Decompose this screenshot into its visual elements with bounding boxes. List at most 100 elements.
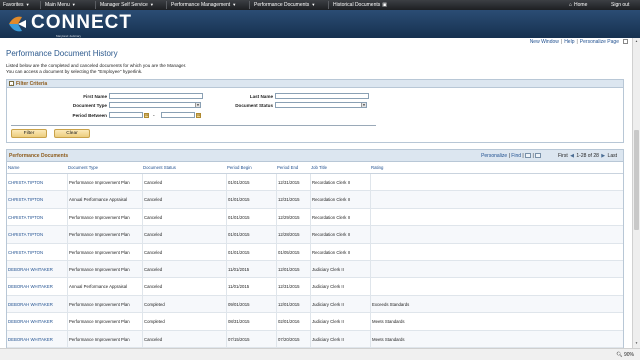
filter-divider <box>11 125 376 126</box>
first-link[interactable]: First <box>558 153 568 159</box>
personalize-link[interactable]: Personalize <box>481 153 507 159</box>
nav-divider <box>40 1 41 9</box>
grid-column-headers: Name Document Type Document Status Perio… <box>7 162 623 174</box>
personalize-page-link[interactable]: Personalize Page <box>580 39 619 45</box>
period-start-input[interactable] <box>109 112 143 118</box>
collapse-icon[interactable]: - <box>9 81 14 86</box>
job-title-cell: Recordation Clerk II <box>310 243 370 261</box>
vertical-scrollbar[interactable]: ▲ ▼ <box>632 38 640 348</box>
scroll-down-icon[interactable]: ▼ <box>634 341 639 347</box>
period-begin-cell: 01/01/2015 <box>226 208 276 226</box>
nav-historical-documents[interactable]: Historical Documents ▣ <box>333 2 387 8</box>
document-type-label: Document Type <box>72 103 107 108</box>
page-options-icon[interactable] <box>623 39 628 45</box>
period-end-cell: 12/28/2015 <box>276 226 310 244</box>
nav-main-menu[interactable]: Main Menu ▼ <box>45 2 76 8</box>
page-root: Favorites ▼ Main Menu ▼ Manager Self Servi… <box>0 0 640 360</box>
rating-cell <box>370 174 430 191</box>
employee-name-link[interactable]: CHRISTA TIPTON <box>7 174 67 191</box>
last-link[interactable]: Last <box>608 153 617 159</box>
help-link[interactable]: Help <box>564 39 574 45</box>
nav-divider <box>328 1 329 9</box>
first-name-label: First Name <box>83 94 107 99</box>
table-row: CHRISTA TIPTON Performance Improvement Pl… <box>7 174 623 192</box>
table-row: CHRISTA TIPTON Performance Improvement Pl… <box>7 243 623 261</box>
table-row: DEBORAH WHITAKER Performance Improvement … <box>7 330 623 348</box>
job-title-cell: Judiciary Clerk II <box>310 278 370 296</box>
col-job-title-header[interactable]: Job Title <box>311 165 327 170</box>
col-rating-header[interactable]: Rating <box>371 165 383 170</box>
nav-performance-management-label: Performance Management <box>171 2 231 8</box>
job-title-cell: Recordation Clerk II <box>310 174 370 191</box>
nav-home[interactable]: ⌂ Home <box>569 2 587 8</box>
period-begin-cell: 01/01/2015 <box>226 174 276 191</box>
nav-divider <box>249 1 250 9</box>
rating-cell: Meets Standards <box>370 330 430 348</box>
nav-performance-documents[interactable]: Performance Documents ▼ <box>254 2 315 8</box>
scrollbar-thumb[interactable] <box>634 130 639 230</box>
document-type-cell: Performance Improvement Plan <box>67 330 142 348</box>
document-type-select[interactable]: ▼ <box>109 102 201 108</box>
download-icon[interactable] <box>535 153 542 159</box>
col-document-type-header[interactable]: Document Type <box>68 165 98 170</box>
job-title-cell: Recordation Clerk II <box>310 191 370 209</box>
nav-performance-documents-label: Performance Documents <box>254 2 310 8</box>
view-all-icon[interactable] <box>525 153 532 159</box>
document-status-select[interactable]: ▼ <box>275 102 367 108</box>
filter-button[interactable]: Filter <box>11 129 47 138</box>
nav-favorites-label: Favorites <box>3 2 24 8</box>
col-document-status-header[interactable]: Document Status <box>143 165 176 170</box>
employee-name-link[interactable]: DEBORAH WHITAKER <box>7 296 67 313</box>
table-row: DEBORAH WHITAKER Performance Improvement … <box>7 295 623 314</box>
brand-subtitle: Maryland Judiciary <box>56 34 82 38</box>
period-end-cell: 12/31/2015 <box>276 191 310 209</box>
employee-name-link[interactable]: CHRISTA TIPTON <box>7 191 67 208</box>
nav-performance-management[interactable]: Performance Management ▼ <box>171 2 236 8</box>
col-name-header[interactable]: Name <box>8 165 19 170</box>
previous-icon[interactable]: ◀ <box>570 153 574 159</box>
nav-main-menu-label: Main Menu <box>45 2 70 8</box>
description-line: You can access a document by selecting t… <box>6 69 143 74</box>
employee-name-link[interactable]: DEBORAH WHITAKER <box>7 331 67 348</box>
rating-cell <box>370 208 430 226</box>
nav-home-label: Home <box>574 2 588 8</box>
employee-name-link[interactable]: DEBORAH WHITAKER <box>7 278 67 295</box>
nav-sign-out[interactable]: Sign out <box>611 2 629 8</box>
col-period-end-header[interactable]: Period End <box>277 165 298 170</box>
employee-name-link[interactable]: CHRISTA TIPTON <box>7 226 67 243</box>
employee-name-link[interactable]: CHRISTA TIPTON <box>7 244 67 261</box>
employee-name-link[interactable]: DEBORAH WHITAKER <box>7 313 67 330</box>
clear-button[interactable]: Clear <box>54 129 90 138</box>
zoom-level[interactable]: 🔍︎ 90% <box>616 352 634 358</box>
table-row: CHRISTA TIPTON Annual Performance Apprais… <box>7 191 623 209</box>
job-title-cell: Recordation Clerk II <box>310 226 370 244</box>
document-type-cell: Performance Improvement Plan <box>67 208 142 226</box>
next-icon[interactable]: ▶ <box>601 153 605 159</box>
row-range: 1-28 of 28 <box>576 153 599 159</box>
last-name-input[interactable] <box>275 93 369 99</box>
window-icon: ▣ <box>382 2 387 8</box>
find-link[interactable]: Find <box>511 153 521 159</box>
rating-cell: Meets Standards <box>370 313 430 331</box>
new-window-link[interactable]: New Window <box>530 39 559 45</box>
filter-header[interactable]: - Filter Criteria <box>7 80 623 88</box>
grid-title: Performance Documents <box>9 153 69 159</box>
rating-cell: Exceeds Standards <box>370 295 430 313</box>
table-row: DEBORAH WHITAKER Performance Improvement … <box>7 260 623 279</box>
nav-favorites[interactable]: Favorites ▼ <box>3 2 30 8</box>
scroll-up-icon[interactable]: ▲ <box>634 39 639 45</box>
nav-manager-self-service[interactable]: Manager Self Service ▼ <box>100 2 154 8</box>
first-name-input[interactable] <box>109 93 203 99</box>
job-title-cell: Judiciary Clerk II <box>310 260 370 278</box>
period-begin-cell: 11/01/2015 <box>226 260 276 278</box>
employee-name-link[interactable]: CHRISTA TIPTON <box>7 209 67 226</box>
employee-name-link[interactable]: DEBORAH WHITAKER <box>7 261 67 278</box>
period-end-cell: 01/05/2015 <box>276 243 310 261</box>
calendar-icon[interactable]: 31 <box>144 113 149 118</box>
period-end-input[interactable] <box>161 112 195 118</box>
period-end-cell: 02/01/2016 <box>276 313 310 331</box>
calendar-icon[interactable]: 31 <box>196 113 201 118</box>
col-period-begin-header[interactable]: Period Begin <box>227 165 252 170</box>
page-title: Performance Document History <box>6 49 118 58</box>
grid-header: Performance Documents Personalize | Find… <box>7 150 623 162</box>
